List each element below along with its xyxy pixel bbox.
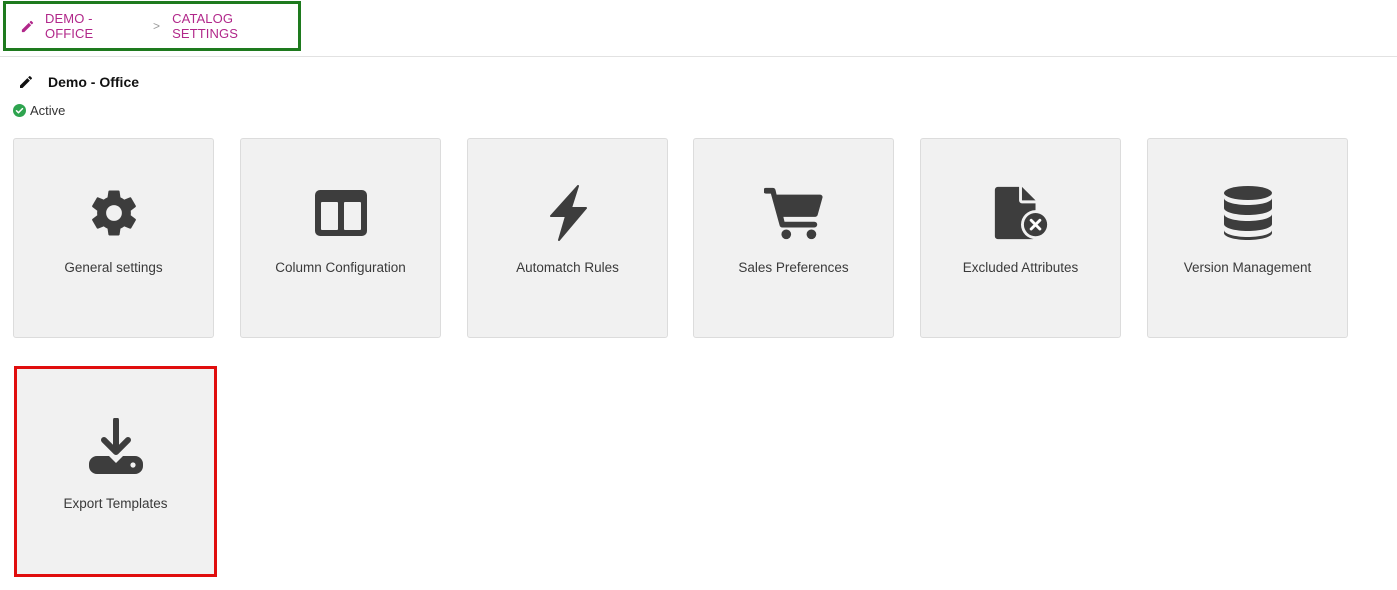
edit-pencil-icon[interactable] — [18, 74, 34, 90]
file-excluded-icon — [991, 183, 1051, 243]
tile-label: General settings — [64, 260, 163, 275]
status-badge: Active — [13, 103, 65, 118]
gear-icon — [84, 183, 144, 243]
breadcrumb-link-catalog-settings[interactable]: CATALOG SETTINGS — [172, 11, 298, 41]
breadcrumb: DEMO - OFFICE > CATALOG SETTINGS — [20, 11, 298, 41]
breadcrumb-container: DEMO - OFFICE > CATALOG SETTINGS — [3, 1, 301, 51]
cart-icon — [763, 183, 824, 243]
entity-title: Demo - Office — [18, 74, 139, 90]
tile-label: Export Templates — [63, 496, 168, 511]
tile-column-configuration[interactable]: Column Configuration — [240, 138, 441, 338]
entity-title-text: Demo - Office — [48, 74, 140, 90]
breadcrumb-link-demo-office[interactable]: DEMO - OFFICE — [45, 11, 141, 41]
tile-label: Version Management — [1183, 260, 1312, 275]
tile-sales-preferences[interactable]: Sales Preferences — [693, 138, 894, 338]
database-icon — [1218, 183, 1278, 243]
tile-label: Excluded Attributes — [962, 260, 1079, 275]
header-divider — [0, 56, 1397, 57]
breadcrumb-separator: > — [153, 19, 161, 33]
lightning-icon — [538, 183, 598, 243]
tile-version-management[interactable]: Version Management — [1147, 138, 1348, 338]
columns-icon — [311, 183, 371, 243]
tile-label: Sales Preferences — [738, 260, 849, 275]
tile-label: Column Configuration — [275, 260, 406, 275]
tile-export-templates[interactable]: Export Templates — [14, 366, 217, 577]
tile-label: Automatch Rules — [516, 260, 619, 275]
status-text: Active — [30, 103, 66, 118]
download-icon — [86, 417, 146, 477]
tile-automatch-rules[interactable]: Automatch Rules — [467, 138, 668, 338]
tile-excluded-attributes[interactable]: Excluded Attributes — [920, 138, 1121, 338]
check-circle-icon — [13, 104, 26, 117]
pencil-icon — [20, 19, 35, 34]
tile-general-settings[interactable]: General settings — [13, 138, 214, 338]
